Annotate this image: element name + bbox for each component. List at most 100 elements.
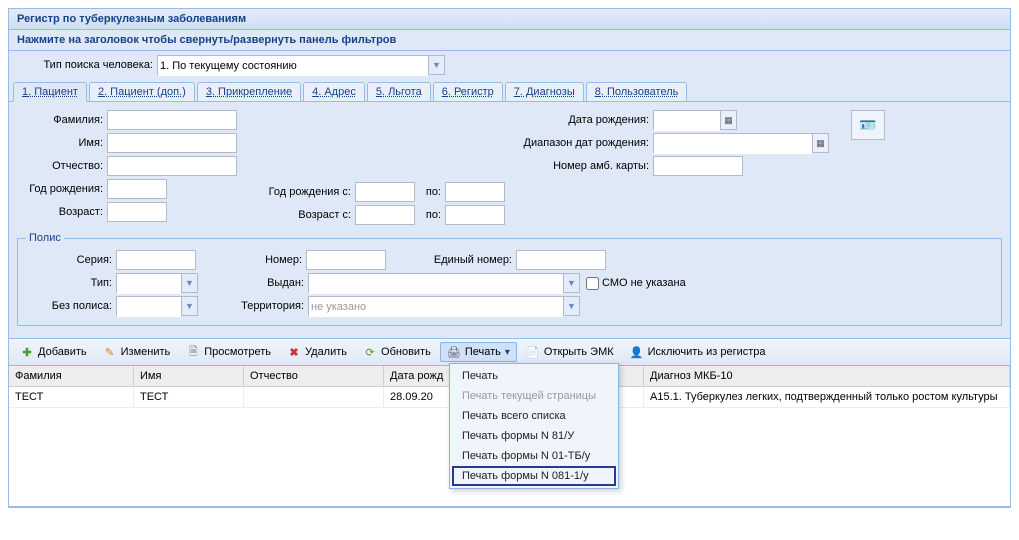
polis-series-label: Серия: [26, 254, 116, 266]
toolbar: ✚Добавить ✎Изменить 🗎Просмотреть ✖Удалит… [9, 338, 1010, 366]
no-smo-label: СМО не указана [602, 277, 686, 289]
chevron-down-icon[interactable]: ▼ [181, 297, 197, 315]
id-card-icon: 🪪 [859, 117, 876, 134]
tab-user[interactable]: 8. Пользователь [586, 82, 688, 101]
birthyear-input[interactable] [107, 179, 167, 199]
territory-combo[interactable]: ▼ [308, 296, 580, 316]
filter-heading[interactable]: Нажмите на заголовок чтобы свернуть/разв… [9, 30, 1010, 51]
refresh-button[interactable]: ⟳Обновить [356, 342, 438, 362]
print-menu-item[interactable]: Печать всего списка [452, 406, 616, 426]
tabs: 1. Пациент 2. Пациент (доп.) 3. Прикрепл… [9, 82, 1010, 102]
polis-unified-label: Единый номер: [386, 254, 516, 266]
firstname-label: Имя: [17, 137, 107, 149]
birthyear-to-label: по: [415, 186, 445, 198]
lastname-label: Фамилия: [17, 114, 107, 126]
print-menu-item[interactable]: Печать формы N 01-ТБ/у [452, 446, 616, 466]
polis-issued-label: Выдан: [198, 277, 308, 289]
age-input[interactable] [107, 202, 167, 222]
open-emk-button[interactable]: 📄Открыть ЭМК [519, 342, 621, 362]
col-diag[interactable]: Диагноз МКБ-10 [644, 366, 1010, 386]
print-menu-item[interactable]: Печать [452, 366, 616, 386]
view-button[interactable]: 🗎Просмотреть [179, 342, 278, 362]
tab-registry[interactable]: 6. Регистр [433, 82, 503, 101]
age-to-label: по: [415, 209, 445, 221]
birthdate-input[interactable]: ▦ [653, 110, 737, 130]
cell-birthdate: 28.09.20 [384, 387, 459, 407]
calendar-icon[interactable]: ▦ [720, 111, 736, 129]
card-no-input[interactable] [653, 156, 743, 176]
polis-fieldset: Полис Серия: Номер: Единый номер: Тип: ▼… [17, 232, 1002, 326]
no-polis-combo[interactable]: ▼ [116, 296, 198, 316]
photo-button[interactable]: 🪪 [851, 110, 885, 140]
cell-diag: A15.1. Туберкулез легких, подтвержденный… [644, 387, 1010, 407]
search-type-combo[interactable]: ▼ [157, 55, 445, 75]
age-from-input[interactable] [355, 205, 415, 225]
search-type-label: Тип поиска человека: [17, 59, 157, 71]
print-menu-item[interactable]: Печать формы N 081-1/у [452, 466, 616, 486]
document-icon: 🗎 [186, 345, 200, 359]
chevron-down-icon[interactable]: ▼ [428, 56, 444, 74]
user-remove-icon: 👤 [630, 345, 644, 359]
birthyear-to-input[interactable] [445, 182, 505, 202]
exclude-button[interactable]: 👤Исключить из регистра [623, 342, 773, 362]
col-midname[interactable]: Отчество [244, 366, 384, 386]
calendar-icon[interactable]: ▦ [812, 134, 828, 152]
chevron-down-icon[interactable]: ▼ [563, 297, 579, 315]
tab-attach[interactable]: 3. Прикрепление [197, 82, 301, 101]
col-birthdate[interactable]: Дата рожд [384, 366, 459, 386]
firstname-input[interactable] [107, 133, 237, 153]
tab-diagnoses[interactable]: 7. Диагнозы [505, 82, 584, 101]
age-label: Возраст: [17, 206, 107, 218]
age-to-input[interactable] [445, 205, 505, 225]
print-button[interactable]: 🖨Печать▾ [440, 342, 517, 362]
printer-icon: 🖨 [447, 345, 461, 359]
cell-midname [244, 387, 384, 407]
polis-unified-input[interactable] [516, 250, 606, 270]
polis-series-input[interactable] [116, 250, 196, 270]
refresh-icon: ⟳ [363, 345, 377, 359]
age-from-label: Возраст с: [255, 209, 355, 221]
pencil-icon: ✎ [103, 345, 117, 359]
registry-window: Регистр по туберкулезным заболеваниям На… [8, 8, 1011, 508]
tab-body-patient: Фамилия: Имя: Отчество: Год рождения: Во… [9, 102, 1010, 338]
no-polis-label: Без полиса: [26, 300, 116, 312]
window-title: Регистр по туберкулезным заболеваниям [9, 9, 1010, 30]
birthdate-range-label: Диапазон дат рождения: [513, 137, 653, 149]
territory-label: Территория: [198, 300, 308, 312]
tab-patient[interactable]: 1. Пациент [13, 82, 87, 102]
filter-panel: Тип поиска человека: ▼ [9, 51, 1010, 82]
add-button[interactable]: ✚Добавить [13, 342, 94, 362]
plus-icon: ✚ [20, 345, 34, 359]
polis-legend: Полис [26, 232, 64, 244]
birthdate-label: Дата рождения: [513, 114, 653, 126]
tab-patient-ext[interactable]: 2. Пациент (доп.) [89, 82, 195, 101]
polis-type-combo[interactable]: ▼ [116, 273, 198, 293]
search-type-input[interactable] [158, 56, 428, 76]
print-menu-item[interactable]: Печать формы N 81/У [452, 426, 616, 446]
chevron-down-icon[interactable]: ▼ [181, 274, 197, 292]
midname-input[interactable] [107, 156, 237, 176]
print-menu-item: Печать текущей страницы [452, 386, 616, 406]
birthyear-from-input[interactable] [355, 182, 415, 202]
midname-label: Отчество: [17, 160, 107, 172]
edit-button[interactable]: ✎Изменить [96, 342, 178, 362]
no-smo-checkbox[interactable] [586, 277, 599, 290]
cell-lastname: ТЕСТ [9, 387, 134, 407]
print-menu: ПечатьПечать текущей страницыПечать всег… [449, 363, 619, 489]
birthdate-range-input[interactable]: ▦ [653, 133, 829, 153]
polis-issued-combo[interactable]: ▼ [308, 273, 580, 293]
tab-address[interactable]: 4. Адрес [303, 82, 365, 101]
delete-button[interactable]: ✖Удалить [280, 342, 354, 362]
card-no-label: Номер амб. карты: [513, 160, 653, 172]
polis-number-input[interactable] [306, 250, 386, 270]
chevron-down-icon: ▾ [505, 347, 510, 358]
lastname-input[interactable] [107, 110, 237, 130]
polis-type-label: Тип: [26, 277, 116, 289]
tab-benefit[interactable]: 5. Льгота [367, 82, 431, 101]
col-firstname[interactable]: Имя [134, 366, 244, 386]
col-lastname[interactable]: Фамилия [9, 366, 134, 386]
folder-icon: 📄 [526, 345, 540, 359]
birthyear-label: Год рождения: [17, 183, 107, 195]
chevron-down-icon[interactable]: ▼ [563, 274, 579, 292]
polis-number-label: Номер: [196, 254, 306, 266]
